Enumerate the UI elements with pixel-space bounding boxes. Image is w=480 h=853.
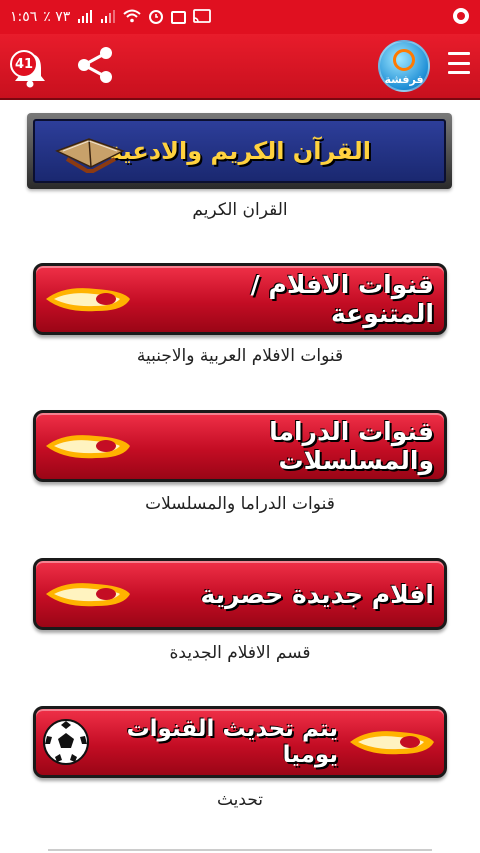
battery-level: ٪ ٧٣	[43, 9, 71, 25]
quran-book-icon	[55, 138, 125, 173]
update-label: يتم تحديث القنوات يوميا	[126, 716, 338, 768]
share-icon	[78, 47, 112, 83]
quran-banner-inner: القرآن الكريم والادعية	[33, 119, 446, 183]
drama-channels-caption: قنوات الدراما والمسلسلات	[145, 494, 335, 514]
divider	[48, 849, 432, 851]
soccer-ball-icon	[43, 719, 89, 765]
movies-channels-label: قنوات الافلام / المتنوعة	[250, 270, 434, 328]
status-icons: ٪ ٧٣	[43, 8, 212, 27]
clock: ١:٥٦	[10, 9, 38, 25]
signal-icon	[77, 9, 93, 26]
nfc-icon	[171, 10, 187, 24]
flame-icon	[350, 731, 434, 755]
logo-ring-icon	[393, 48, 415, 71]
quran-button[interactable]: القرآن الكريم والادعية	[27, 113, 452, 189]
movies-channels-button[interactable]: قنوات الافلام / المتنوعة	[33, 263, 447, 335]
menu-icon-bar	[448, 71, 470, 74]
flame-icon	[46, 288, 130, 312]
drama-channels-button[interactable]: قنوات الدراما والمسلسلات	[33, 410, 447, 482]
update-button[interactable]: يتم تحديث القنوات يوميا	[33, 706, 447, 778]
update-caption: تحديث	[216, 790, 264, 810]
status-bar: ١:٥٦ ٪ ٧٣	[0, 0, 480, 34]
notifications-button[interactable]: 41	[8, 46, 52, 90]
signal-icon	[100, 9, 116, 26]
app-bar: 41 فرفشة	[0, 34, 480, 100]
movies-channels-caption: قنوات الافلام العربية والاجنبية	[136, 346, 344, 366]
flame-icon	[46, 435, 130, 459]
new-movies-label: افلام جديدة حصرية	[200, 579, 434, 609]
menu-button[interactable]	[448, 52, 470, 74]
notification-badge: 41	[10, 50, 38, 78]
alarm-icon	[148, 8, 164, 27]
share-button[interactable]	[72, 42, 118, 88]
menu-icon-bar	[448, 61, 470, 65]
status-left: ١:٥٦ ٪ ٧٣	[10, 8, 212, 27]
wifi-icon	[123, 9, 141, 26]
app-notification-icon	[452, 7, 470, 28]
new-movies-button[interactable]: افلام جديدة حصرية	[33, 558, 447, 630]
quran-title: القرآن الكريم والادعية	[108, 137, 371, 165]
cast-icon	[193, 8, 212, 26]
drama-channels-label: قنوات الدراما والمسلسلات	[269, 417, 434, 475]
new-movies-caption: قسم الافلام الجديدة	[169, 643, 311, 663]
logo-text: فرفشة	[384, 72, 424, 86]
flame-icon	[46, 583, 130, 607]
app-logo: فرفشة	[378, 40, 430, 92]
quran-caption: القران الكريم	[192, 200, 288, 220]
menu-icon-bar	[448, 52, 470, 55]
